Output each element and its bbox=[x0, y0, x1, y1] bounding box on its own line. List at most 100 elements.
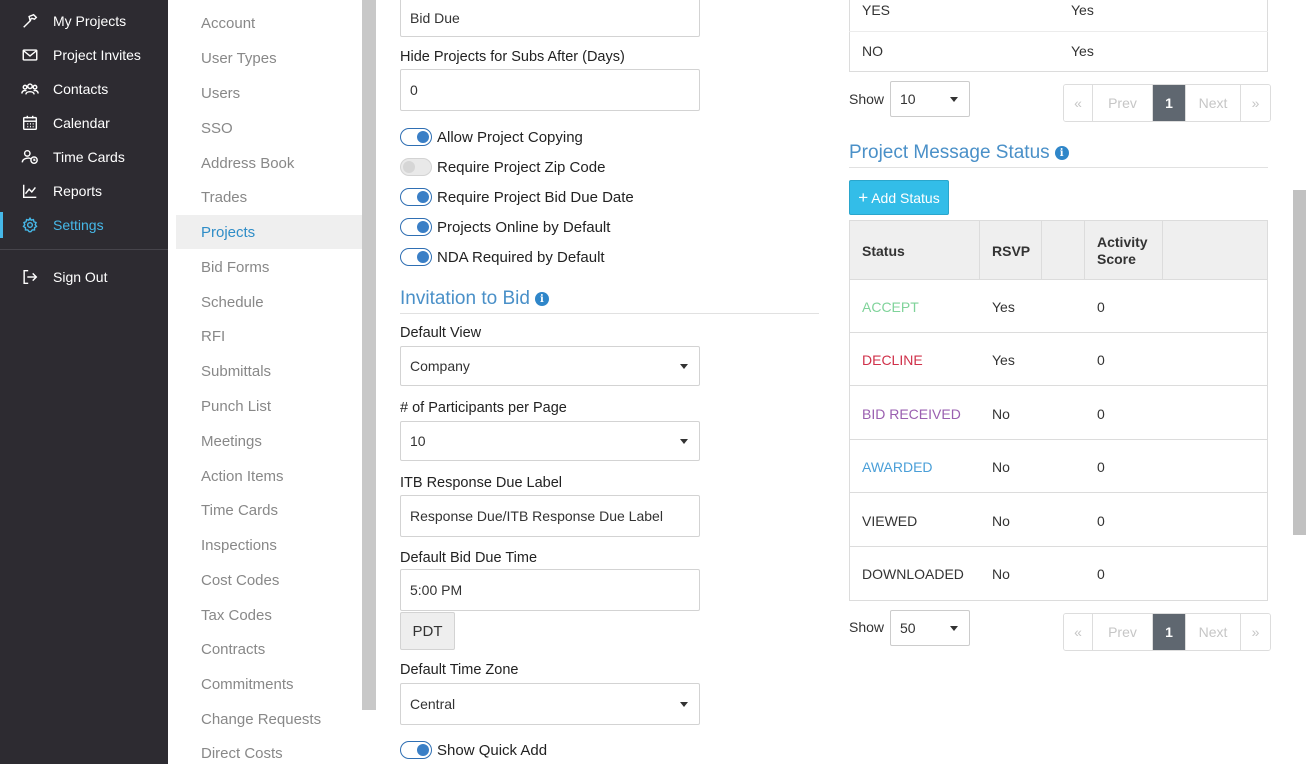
rsvp-cell: No bbox=[992, 566, 1010, 582]
add-status-button[interactable]: + Add Status bbox=[849, 180, 949, 215]
select-value: 50 bbox=[900, 620, 916, 636]
current-page-button[interactable]: 1 bbox=[1153, 85, 1186, 121]
prev-page-button[interactable]: Prev bbox=[1093, 614, 1153, 650]
bid-due-time-label: Default Bid Due Time bbox=[400, 550, 538, 566]
submenu-item-address-book[interactable]: Address Book bbox=[176, 146, 362, 180]
toggle-row-require-bid-due[interactable]: Require Project Bid Due Date bbox=[400, 186, 634, 208]
submenu-scrollbar[interactable] bbox=[362, 0, 376, 710]
toggle-row-require-zip[interactable]: Require Project Zip Code bbox=[400, 156, 605, 178]
prev-page-button[interactable]: Prev bbox=[1093, 85, 1153, 121]
submenu-item-inspections[interactable]: Inspections bbox=[176, 528, 362, 562]
next-page-button[interactable]: Next bbox=[1186, 85, 1241, 121]
header-divider bbox=[1162, 220, 1163, 279]
submenu-item-users[interactable]: Users bbox=[176, 76, 362, 110]
submenu-item-projects[interactable]: Projects bbox=[176, 215, 362, 249]
submenu-item-action-items[interactable]: Action Items bbox=[176, 459, 362, 493]
nav-item-calendar[interactable]: Calendar bbox=[0, 106, 168, 140]
rsvp-cell: No bbox=[992, 513, 1010, 529]
nda-required-toggle[interactable] bbox=[400, 248, 432, 266]
score-cell: 0 bbox=[1097, 299, 1105, 315]
header-divider bbox=[1084, 220, 1085, 279]
submenu-item-change-requests[interactable]: Change Requests bbox=[176, 702, 362, 736]
nav-label: My Projects bbox=[53, 13, 127, 29]
main-nav: My Projects Project Invites Contacts Cal… bbox=[0, 0, 168, 764]
nav-item-project-invites[interactable]: Project Invites bbox=[0, 38, 168, 72]
next-page-button[interactable]: Next bbox=[1186, 614, 1241, 650]
submenu-item-rfi[interactable]: RFI bbox=[176, 319, 362, 353]
nav-item-time-cards[interactable]: Time Cards bbox=[0, 140, 168, 174]
last-page-button[interactable]: » bbox=[1241, 85, 1270, 121]
first-page-button[interactable]: « bbox=[1064, 614, 1093, 650]
nav-item-reports[interactable]: Reports bbox=[0, 174, 168, 208]
show-label: Show bbox=[849, 619, 885, 635]
toggle-row-online-default[interactable]: Projects Online by Default bbox=[400, 216, 610, 238]
header-divider bbox=[979, 220, 980, 279]
status-accept: ACCEPT bbox=[862, 299, 919, 315]
toggle-row-show-quick-add[interactable]: Show Quick Add bbox=[400, 739, 547, 761]
nav-item-settings[interactable]: Settings bbox=[0, 208, 168, 242]
calendar-icon bbox=[20, 113, 40, 133]
hide-projects-days-input[interactable]: 0 bbox=[400, 69, 700, 111]
header-rsvp[interactable]: RSVP bbox=[992, 243, 1030, 259]
page-scrollbar[interactable] bbox=[1293, 190, 1306, 535]
score-cell: 0 bbox=[1097, 406, 1105, 422]
current-page-button[interactable]: 1 bbox=[1153, 614, 1186, 650]
last-page-button[interactable]: » bbox=[1241, 614, 1270, 650]
online-default-toggle[interactable] bbox=[400, 218, 432, 236]
submenu-item-time-cards[interactable]: Time Cards bbox=[176, 493, 362, 527]
submenu-item-bid-forms[interactable]: Bid Forms bbox=[176, 250, 362, 284]
header-status[interactable]: Status bbox=[862, 243, 905, 259]
page-size-select[interactable]: 50 bbox=[890, 610, 970, 646]
submenu-item-direct-costs[interactable]: Direct Costs bbox=[176, 737, 362, 764]
toggle-row-allow-copying[interactable]: Allow Project Copying bbox=[400, 126, 583, 148]
submenu-item-punch-list[interactable]: Punch List bbox=[176, 389, 362, 423]
nav-item-sign-out[interactable]: Sign Out bbox=[0, 260, 168, 294]
submenu-item-trades[interactable]: Trades bbox=[176, 180, 362, 214]
table-row-divider bbox=[849, 31, 1268, 32]
timezone-pdt-button[interactable]: PDT bbox=[400, 612, 455, 650]
first-page-button[interactable]: « bbox=[1064, 85, 1093, 121]
toggle-row-nda-required[interactable]: NDA Required by Default bbox=[400, 246, 605, 268]
submenu-item-schedule[interactable]: Schedule bbox=[176, 285, 362, 319]
show-quick-add-toggle[interactable] bbox=[400, 741, 432, 759]
nav-item-contacts[interactable]: Contacts bbox=[0, 72, 168, 106]
info-icon[interactable]: i bbox=[534, 292, 549, 306]
caret-down-icon bbox=[680, 439, 688, 444]
pagination: « Prev 1 Next » bbox=[1063, 613, 1271, 651]
time-zone-select[interactable]: Central bbox=[400, 683, 700, 725]
sign-out-icon bbox=[20, 267, 40, 287]
require-bid-due-toggle[interactable] bbox=[400, 188, 432, 206]
status-bid-received: BID RECEIVED bbox=[862, 406, 961, 422]
message-status-title-text: Project Message Status bbox=[849, 142, 1050, 163]
header-activity-score[interactable]: Activity Score bbox=[1097, 234, 1157, 268]
allow-copying-toggle[interactable] bbox=[400, 128, 432, 146]
app-root: My Projects Project Invites Contacts Cal… bbox=[0, 0, 1310, 764]
status-awarded: AWARDED bbox=[862, 459, 933, 475]
score-cell: 0 bbox=[1097, 566, 1105, 582]
submenu-item-tax-codes[interactable]: Tax Codes bbox=[176, 598, 362, 632]
page-size-select[interactable]: 10 bbox=[890, 81, 970, 117]
toggle-label: Require Project Bid Due Date bbox=[437, 188, 634, 206]
nav-item-my-projects[interactable]: My Projects bbox=[0, 4, 168, 38]
message-status-title: Project Message Status i bbox=[849, 142, 1069, 164]
itb-response-input[interactable]: Response Due/ITB Response Due Label bbox=[400, 495, 700, 537]
submenu-item-account[interactable]: Account bbox=[176, 6, 362, 40]
bid-due-time-input[interactable]: 5:00 PM bbox=[400, 569, 700, 611]
submenu-item-cost-codes[interactable]: Cost Codes bbox=[176, 563, 362, 597]
bid-due-label-input[interactable]: Bid Due bbox=[400, 0, 700, 37]
info-icon[interactable]: i bbox=[1054, 146, 1069, 160]
submenu-item-contracts[interactable]: Contracts bbox=[176, 632, 362, 666]
submenu-item-meetings[interactable]: Meetings bbox=[176, 424, 362, 458]
default-view-select[interactable]: Company bbox=[400, 346, 700, 386]
submenu-item-sso[interactable]: SSO bbox=[176, 111, 362, 145]
plus-icon: + bbox=[858, 188, 869, 207]
row-divider bbox=[849, 439, 1268, 440]
submenu-item-commitments[interactable]: Commitments bbox=[176, 667, 362, 701]
status-decline: DECLINE bbox=[862, 352, 923, 368]
participants-select[interactable]: 10 bbox=[400, 421, 700, 461]
submenu-item-submittals[interactable]: Submittals bbox=[176, 354, 362, 388]
people-icon bbox=[20, 79, 40, 99]
require-zip-toggle[interactable] bbox=[400, 158, 432, 176]
submenu-item-user-types[interactable]: User Types bbox=[176, 41, 362, 75]
toggle-label: Allow Project Copying bbox=[437, 128, 583, 146]
